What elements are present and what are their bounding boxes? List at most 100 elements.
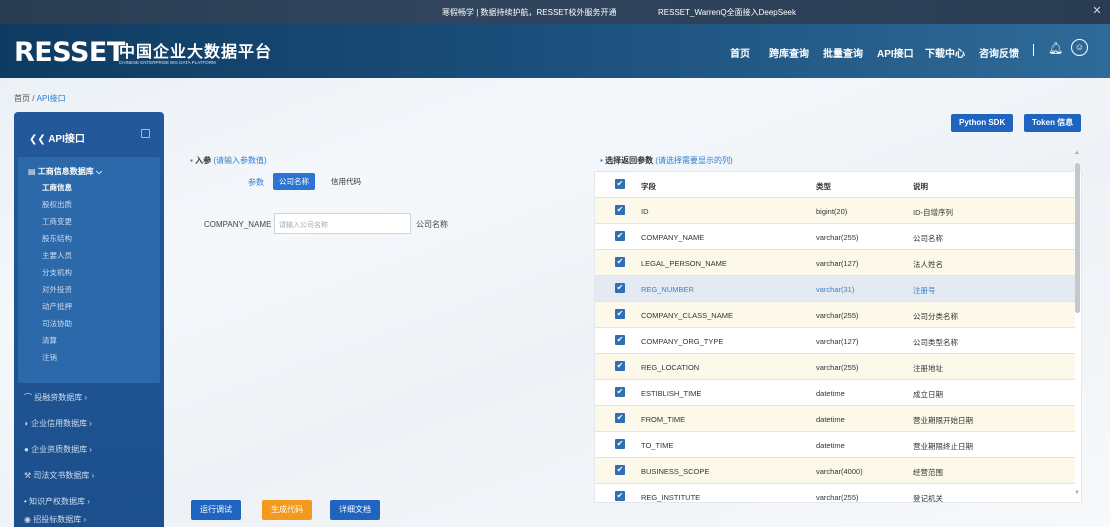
generate-code-button[interactable]: 生成代码 bbox=[262, 500, 312, 520]
table-row[interactable]: ✔ ESTIBLISH_TIME datetime 成立日期 bbox=[595, 380, 1075, 406]
run-debug-button[interactable]: 运行调试 bbox=[191, 500, 241, 520]
sidebar-item-business-change[interactable]: 工商变更 bbox=[42, 216, 72, 227]
nav-divider bbox=[1033, 44, 1034, 56]
sidebar-item-key-personnel[interactable]: 主要人员 bbox=[42, 250, 72, 261]
sidebar-cat-bidding[interactable]: ◉ 招投标数据库 › bbox=[24, 514, 86, 525]
tab-company-name[interactable]: 公司名称 bbox=[273, 173, 315, 190]
table-row[interactable]: ✔ COMPANY_NAME varchar(255) 公司名称 bbox=[595, 224, 1075, 250]
sidebar-item-investments[interactable]: 对外投资 bbox=[42, 284, 72, 295]
notice-text[interactable]: 寒假畅学 | 数据持续护航，RESSET校外服务开通 bbox=[442, 7, 617, 18]
cell-desc: 注册号 bbox=[913, 286, 936, 295]
row-checkbox[interactable]: ✔ bbox=[615, 309, 625, 319]
table-row[interactable]: ✔ BUSINESS_SCOPE varchar(4000) 经营范围 bbox=[595, 458, 1075, 484]
sidebar-item-liquidation[interactable]: 清算 bbox=[42, 335, 57, 346]
sidebar-item-cancellation[interactable]: 注销 bbox=[42, 352, 57, 363]
table-row[interactable]: ✔ REG_INSTITUTE varchar(255) 登记机关 bbox=[595, 484, 1075, 503]
row-checkbox[interactable]: ✔ bbox=[615, 257, 625, 267]
sidebar-cat-label: 企业资质数据库 bbox=[31, 445, 88, 454]
sidebar-item-chattel-mortgage[interactable]: 动产抵押 bbox=[42, 301, 72, 312]
sidebar-title-label: API接口 bbox=[48, 134, 85, 145]
cell-type: varchar(255) bbox=[816, 233, 859, 242]
bell-icon[interactable]: 🔔︎ bbox=[1048, 41, 1063, 55]
sidebar-cat-credit[interactable]: ◗ 企业信用数据库 › bbox=[24, 418, 92, 429]
company-name-input[interactable]: 请输入公司名称 bbox=[274, 213, 411, 234]
return-title-label: 选择返回参数 bbox=[605, 156, 654, 165]
nav-batch-query[interactable]: 批量查询 bbox=[823, 45, 863, 60]
resset-logo[interactable]: RESSET bbox=[14, 37, 125, 68]
return-section-title: ▪ 选择返回参数 (请选择需要显示的列) bbox=[600, 155, 733, 166]
sidebar: ❮❮ API接口 ▤ 工商信息数据库 ⌵ 工商信息 股权出质 工商变更 股东结构… bbox=[14, 112, 164, 527]
scroll-down-icon[interactable]: ▼ bbox=[1074, 490, 1080, 496]
sidebar-cat-qualification[interactable]: ● 企业资质数据库 › bbox=[24, 444, 92, 455]
bullet-icon: ▪ bbox=[190, 156, 193, 165]
param-tab-label: 参数 bbox=[248, 178, 264, 187]
sidebar-cat-label: 知识产权数据库 bbox=[29, 497, 86, 506]
cell-type: varchar(255) bbox=[816, 493, 859, 502]
row-checkbox[interactable]: ✔ bbox=[615, 335, 625, 345]
user-icon[interactable]: ☺ bbox=[1071, 39, 1088, 56]
row-checkbox[interactable]: ✔ bbox=[615, 491, 625, 501]
sidebar-item-equity-pledge[interactable]: 股权出质 bbox=[42, 199, 72, 210]
sidebar-item-judicial[interactable]: 司法协助 bbox=[42, 318, 72, 329]
cell-type: varchar(4000) bbox=[816, 467, 863, 476]
token-info-button[interactable]: Token 信息 bbox=[1024, 114, 1082, 132]
col-header-field: 字段 bbox=[641, 182, 656, 191]
row-checkbox[interactable]: ✔ bbox=[615, 413, 625, 423]
cell-field: REG_LOCATION bbox=[641, 363, 700, 372]
eye-icon: ◉ bbox=[24, 515, 31, 524]
table-row[interactable]: ✔ LEGAL_PERSON_NAME varchar(127) 法人姓名 bbox=[595, 250, 1075, 276]
table-scrollbar[interactable] bbox=[1075, 163, 1080, 313]
sidebar-item-business-info[interactable]: 工商信息 bbox=[42, 182, 72, 193]
table-row[interactable]: ✔ FROM_TIME datetime 营业期限开始日期 bbox=[595, 406, 1075, 432]
row-checkbox[interactable]: ✔ bbox=[615, 283, 625, 293]
cell-desc: 成立日期 bbox=[913, 390, 943, 399]
cell-type: bigint(20) bbox=[816, 207, 848, 216]
platform-title: 中国企业大数据平台 bbox=[119, 44, 273, 61]
cell-type: varchar(31) bbox=[816, 285, 855, 294]
sidebar-cat-label: 投融资数据库 bbox=[34, 393, 83, 402]
table-row[interactable]: ✔ COMPANY_ORG_TYPE varchar(127) 公司类型名称 bbox=[595, 328, 1075, 354]
sidebar-cat-ip[interactable]: • 知识产权数据库 › bbox=[24, 496, 90, 507]
collapse-icon[interactable] bbox=[141, 129, 150, 138]
nav-download[interactable]: 下载中心 bbox=[925, 45, 965, 60]
row-checkbox[interactable]: ✔ bbox=[615, 465, 625, 475]
sidebar-db-header[interactable]: ▤ 工商信息数据库 ⌵ bbox=[28, 166, 102, 177]
table-row[interactable]: ✔ TO_TIME datetime 营业期限终止日期 bbox=[595, 432, 1075, 458]
row-checkbox[interactable]: ✔ bbox=[615, 387, 625, 397]
table-row[interactable]: ✔ ID bigint(20) ID-自增序列 bbox=[595, 198, 1075, 224]
table-header: ✔ 字段 类型 说明 bbox=[595, 172, 1075, 198]
cell-desc: 登记机关 bbox=[913, 494, 943, 503]
tab-credit-code[interactable]: 信用代码 bbox=[325, 173, 367, 190]
sidebar-item-branches[interactable]: 分支机构 bbox=[42, 267, 72, 278]
python-sdk-button[interactable]: Python SDK bbox=[951, 114, 1014, 132]
sidebar-cat-investment[interactable]: ⌒ 投融资数据库 › bbox=[24, 392, 87, 403]
docs-button[interactable]: 详细文档 bbox=[330, 500, 380, 520]
table-row[interactable]: ✔ REG_LOCATION varchar(255) 注册地址 bbox=[595, 354, 1075, 380]
breadcrumb-home[interactable]: 首页 bbox=[14, 94, 30, 103]
cell-desc: 公司名称 bbox=[913, 234, 943, 243]
nav-feedback[interactable]: 咨询反馈 bbox=[979, 45, 1019, 60]
scroll-up-icon[interactable]: ▲ bbox=[1074, 150, 1080, 156]
sidebar-cat-judicial-docs[interactable]: ⚒ 司法文书数据库 › bbox=[24, 470, 94, 481]
shield-icon: ◗ bbox=[24, 419, 29, 428]
row-checkbox[interactable]: ✔ bbox=[615, 205, 625, 215]
row-checkbox[interactable]: ✔ bbox=[615, 361, 625, 371]
return-hint: (请选择需要显示的列) bbox=[655, 156, 733, 165]
database-icon: ▤ bbox=[28, 167, 36, 176]
notice-text-deepseek[interactable]: RESSET_WarrenQ全面接入DeepSeek bbox=[658, 7, 796, 18]
row-checkbox[interactable]: ✔ bbox=[615, 439, 625, 449]
notice-bar: 寒假畅学 | 数据持续护航，RESSET校外服务开通 RESSET_Warren… bbox=[0, 0, 1110, 24]
nav-home[interactable]: 首页 bbox=[730, 45, 750, 60]
sidebar-item-shareholders[interactable]: 股东结构 bbox=[42, 233, 72, 244]
table-row[interactable]: ✔ REG_NUMBER varchar(31) 注册号 bbox=[595, 276, 1075, 302]
gavel-icon: ⚒ bbox=[24, 471, 32, 480]
table-row[interactable]: ✔ COMPANY_CLASS_NAME varchar(255) 公司分类名称 bbox=[595, 302, 1075, 328]
nav-api[interactable]: API接口 bbox=[877, 45, 914, 60]
sidebar-title[interactable]: ❮❮ API接口 bbox=[29, 130, 85, 145]
nav-cross-query[interactable]: 跨库查询 bbox=[769, 45, 809, 60]
select-all-checkbox[interactable]: ✔ bbox=[615, 179, 625, 189]
input-title-label: 入参 bbox=[195, 156, 212, 165]
cell-desc: 经营范围 bbox=[913, 468, 943, 477]
row-checkbox[interactable]: ✔ bbox=[615, 231, 625, 241]
close-icon[interactable]: ✕ bbox=[1090, 5, 1104, 19]
